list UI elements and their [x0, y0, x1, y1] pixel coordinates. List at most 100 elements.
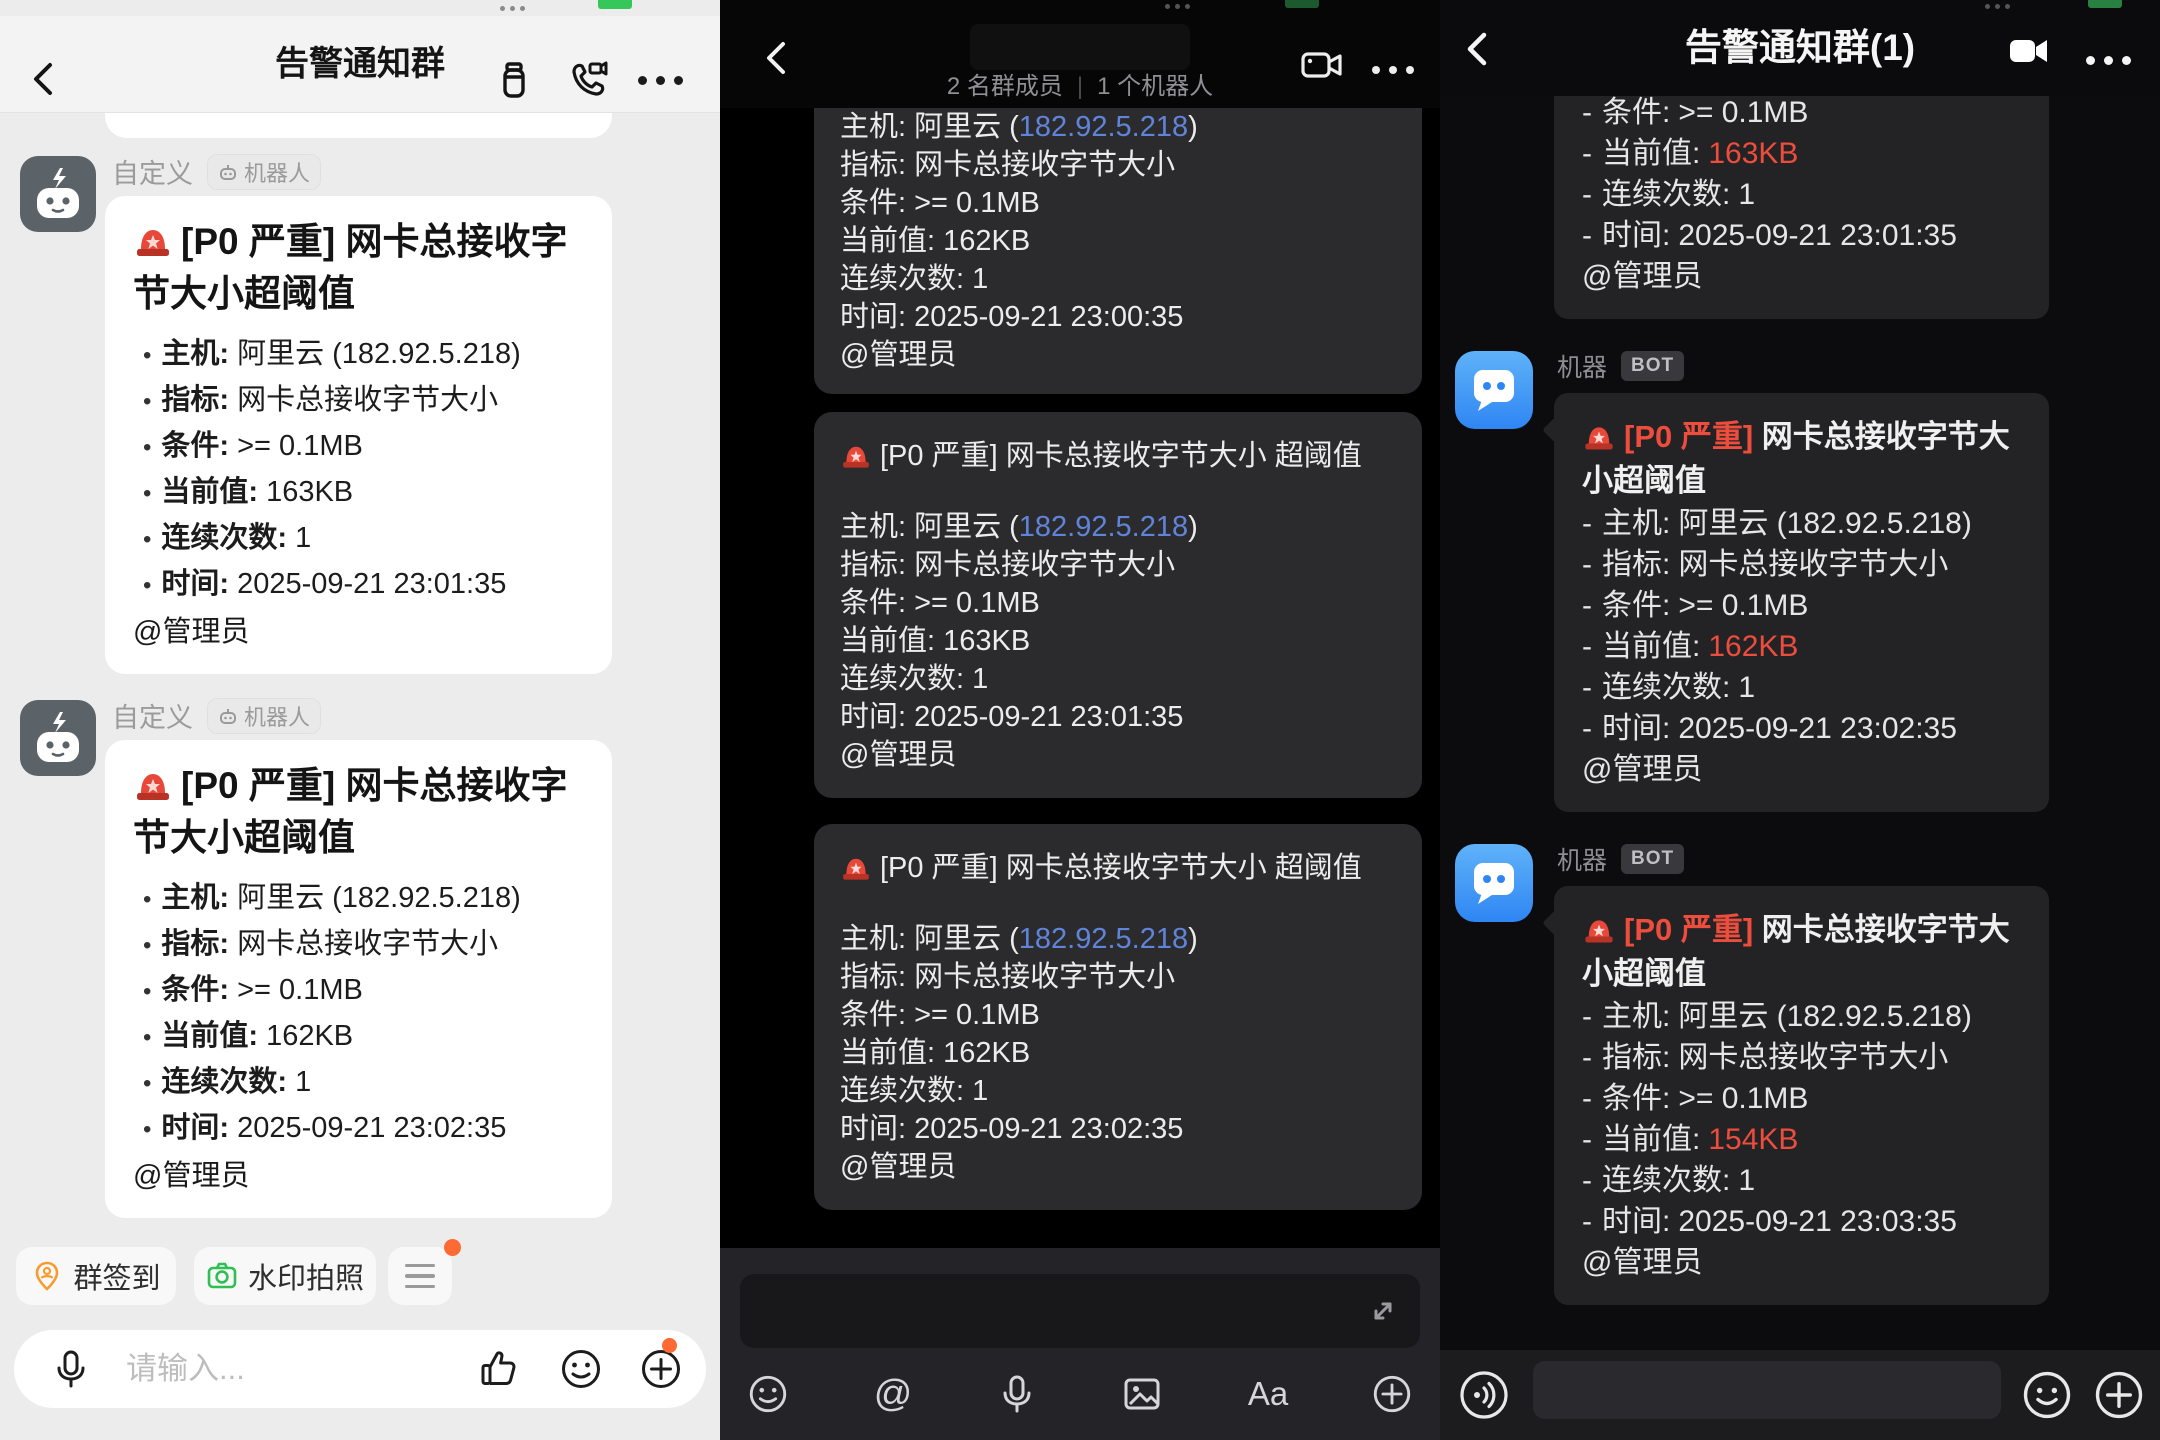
dash: -: [1582, 1000, 1592, 1033]
emoji-icon[interactable]: [740, 1366, 796, 1422]
status-dots: [500, 6, 525, 11]
alert-field: 指标: 网卡总接收字节大小: [840, 546, 1396, 584]
add-attachment-icon[interactable]: [638, 1346, 684, 1392]
alert-field: 条件: >= 0.1MB: [840, 584, 1396, 622]
message-input[interactable]: [1533, 1361, 2001, 1419]
alert-field-host: 主机:阿里云 (182.92.5.218): [840, 920, 1396, 958]
add-attachment-icon[interactable]: [2093, 1369, 2145, 1421]
ip-link[interactable]: 182.92.5.218: [1019, 111, 1188, 143]
alert-message-card[interactable]: [P0 严重] 网卡总接收字节大小 超阈值 主机:阿里云 (182.92.5.2…: [814, 824, 1422, 1210]
flask-icon[interactable]: [494, 60, 534, 100]
mention[interactable]: @管理员: [1582, 1242, 2021, 1283]
bot-avatar[interactable]: [1455, 351, 1533, 429]
bot-avatar[interactable]: [20, 156, 96, 232]
alert-message-card[interactable]: [P0 严重] 网卡总接收字节大小超阈值 •主机:阿里云 (182.92.5.2…: [105, 196, 612, 674]
dash: -: [1582, 178, 1592, 211]
watermark-camera-button[interactable]: 水印拍照: [194, 1247, 376, 1305]
camera-icon: [206, 1260, 238, 1292]
alert-field: -条件:>= 0.1MB: [1582, 92, 2021, 133]
more-options-icon[interactable]: [1372, 52, 1414, 88]
mention[interactable]: @管理员: [1582, 749, 2021, 790]
microphone-icon[interactable]: [50, 1348, 92, 1390]
expand-input-icon[interactable]: [1364, 1292, 1402, 1330]
alert-field: -主机:阿里云 (182.92.5.218): [1582, 503, 2021, 544]
dash: -: [1582, 1205, 1592, 1238]
alert-message-card[interactable]: [P0 严重] 网卡总接收字节大小 超阈值 主机:阿里云 (182.92.5.2…: [814, 412, 1422, 798]
alert-field: -当前值:154KB: [1582, 1119, 2021, 1160]
back-button[interactable]: [26, 60, 64, 98]
more-options-icon[interactable]: [2086, 42, 2131, 78]
more-options-icon[interactable]: [638, 62, 683, 98]
mention[interactable]: @管理员: [840, 736, 1396, 774]
back-button[interactable]: [1460, 30, 1498, 68]
dash: -: [1582, 1082, 1592, 1115]
alert-title: [P0 严重] 网卡总接收字节大小超阈值: [133, 760, 584, 864]
message-input[interactable]: [740, 1274, 1420, 1348]
alert-field: -指标:网卡总接收字节大小: [1582, 1037, 2021, 1078]
dash: -: [1582, 219, 1592, 252]
siren-icon: [133, 763, 173, 803]
siren-icon: [1582, 911, 1616, 945]
right-chat-header: 告警通知群(1): [1440, 0, 2160, 96]
alert-field: 时间: 2025-09-21 23:01:35: [840, 698, 1396, 736]
sender-name: 机器: [1557, 348, 1607, 384]
alert-field: 时间: 2025-09-21 23:00:35: [840, 298, 1396, 336]
mention[interactable]: @管理员: [840, 336, 1396, 374]
video-call-icon[interactable]: [2006, 28, 2052, 74]
bot-tag-label: BOT: [1631, 355, 1674, 377]
alert-message-card[interactable]: [P0 严重] 网卡总接收字节大小超阈值 -主机:阿里云 (182.92.5.2…: [1554, 886, 2049, 1305]
alert-field: •时间:2025-09-21 23:02:35: [133, 1106, 584, 1152]
add-attachment-icon[interactable]: [1364, 1366, 1420, 1422]
alert-title: [P0 严重] 网卡总接收字节大小超阈值: [1582, 415, 2021, 503]
alert-message-card[interactable]: 主机:阿里云 (182.92.5.218) 指标: 网卡总接收字节大小 条件: …: [814, 88, 1422, 394]
severity-label: [P0 严重]: [1624, 912, 1753, 947]
mention[interactable]: @管理员: [840, 1148, 1396, 1186]
status-bar-remnant: [0, 0, 720, 16]
middle-chat-header: 2 名群成员|1 个机器人: [720, 0, 1440, 108]
subtitle-divider: |: [1077, 73, 1083, 100]
text-format-icon[interactable]: Aa: [1240, 1366, 1296, 1422]
composer-toolbar: [1440, 1350, 2160, 1440]
group-checkin-button[interactable]: 群签到: [16, 1247, 176, 1305]
sender-name: 自定义: [112, 152, 193, 191]
voice-message-icon[interactable]: [1458, 1369, 1510, 1421]
emoji-icon[interactable]: [2021, 1369, 2073, 1421]
robot-tag-label: 机器人: [244, 700, 310, 732]
mention[interactable]: @管理员: [1582, 256, 2021, 297]
alert-message-card[interactable]: [P0 严重] 网卡总接收字节大小超阈值 •主机:阿里云 (182.92.5.2…: [105, 740, 612, 1218]
thumbs-up-icon[interactable]: [476, 1346, 522, 1392]
alert-field: -条件:>= 0.1MB: [1582, 585, 2021, 626]
ip-link[interactable]: 182.92.5.218: [1019, 511, 1188, 543]
chat-title: 告警通知群(1): [1440, 0, 2160, 96]
more-tools-button[interactable]: [388, 1247, 452, 1305]
input-placeholder[interactable]: 请输入...: [126, 1330, 245, 1408]
dash: -: [1582, 507, 1592, 540]
video-call-icon[interactable]: [1300, 44, 1344, 88]
image-icon[interactable]: [1114, 1366, 1170, 1422]
bot-avatar[interactable]: [20, 700, 96, 776]
alert-field: 当前值: 162KB: [840, 222, 1396, 260]
bullet: •: [143, 434, 151, 461]
bot-avatar[interactable]: [1455, 844, 1533, 922]
ip-link[interactable]: 182.92.5.218: [1019, 923, 1188, 955]
alert-field-host: 主机:阿里云 (182.92.5.218): [840, 508, 1396, 546]
alert-field: 连续次数: 1: [840, 660, 1396, 698]
microphone-icon[interactable]: [989, 1366, 1045, 1422]
sender-row: 机器 BOT: [1557, 348, 1684, 384]
alert-message-card[interactable]: [P0 严重] 网卡总接收字节大小超阈值 -主机:阿里云 (182.92.5.2…: [1554, 393, 2049, 812]
sender-name: 自定义: [112, 696, 193, 735]
video-phone-call-icon[interactable]: [566, 58, 610, 102]
alert-title: [P0 严重] 网卡总接收字节大小超阈值: [133, 216, 584, 320]
alert-field: -时间:2025-09-21 23:02:35: [1582, 708, 2021, 749]
bubble-tail: [1542, 910, 1567, 935]
mention[interactable]: @管理员: [133, 610, 584, 654]
alert-field: -指标:网卡总接收字节大小: [1582, 544, 2021, 585]
mention[interactable]: @管理员: [133, 1154, 584, 1198]
alert-field: 指标: 网卡总接收字节大小: [840, 146, 1396, 184]
alert-field: -时间:2025-09-21 23:03:35: [1582, 1201, 2021, 1242]
emoji-icon[interactable]: [558, 1346, 604, 1392]
bot-count: 1 个机器人: [1097, 73, 1213, 100]
chat-title: 告警通知群: [0, 16, 720, 112]
mention-at-icon[interactable]: @: [865, 1366, 921, 1422]
alert-message-card[interactable]: -条件:>= 0.1MB -当前值:163KB -连续次数:1 -时间:2025…: [1554, 70, 2049, 319]
